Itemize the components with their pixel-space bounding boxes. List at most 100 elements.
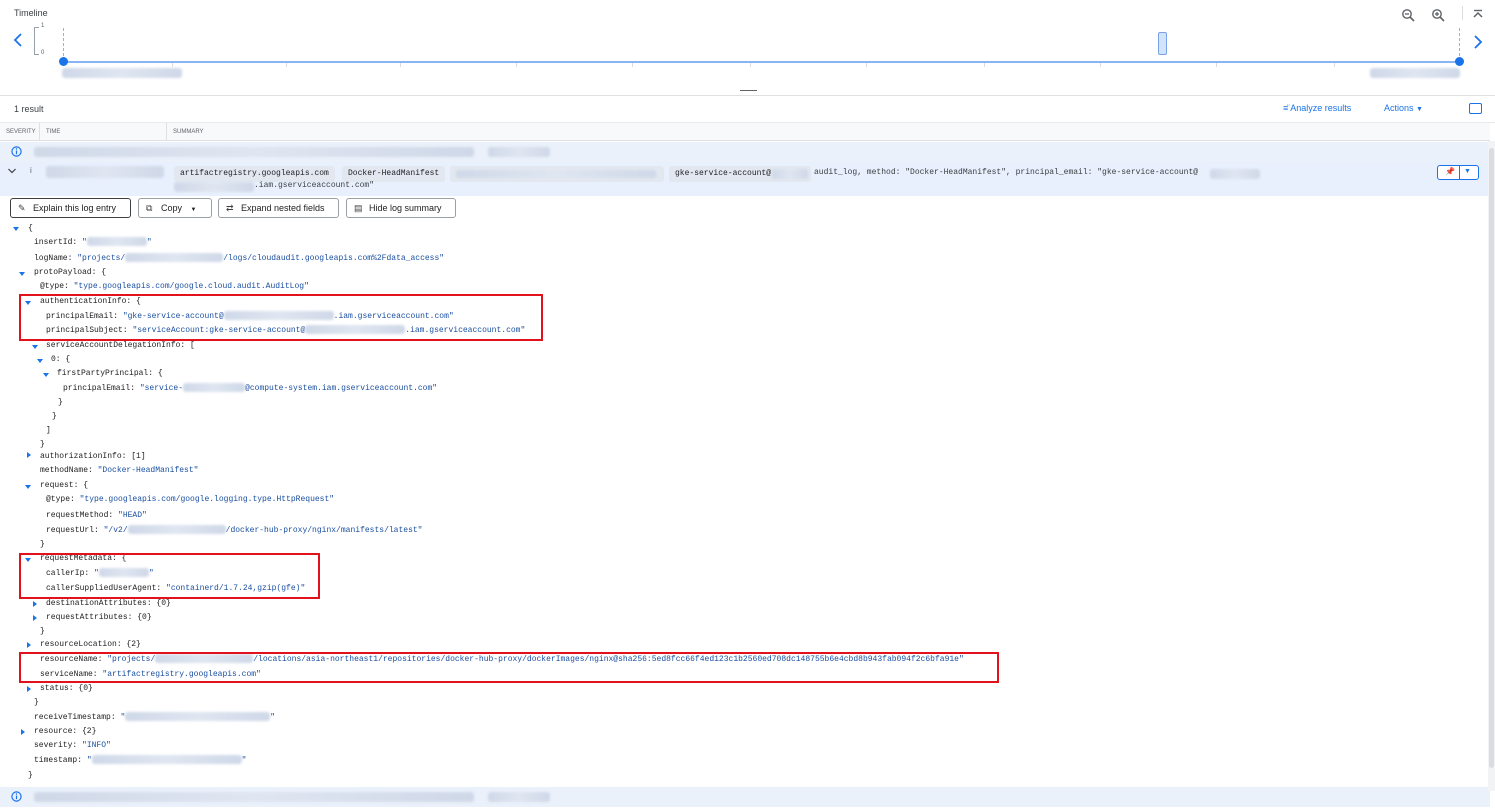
chip-method[interactable]: Docker-HeadManifest	[342, 166, 446, 182]
expand-caret-icon[interactable]	[27, 642, 31, 648]
column-headers: SEVERITY TIME SUMMARY	[0, 123, 1490, 141]
blurred-summary	[488, 792, 550, 802]
pin-icon: 📌	[1445, 167, 1455, 176]
json-close: }	[58, 398, 63, 407]
range-start-handle[interactable]	[59, 57, 68, 66]
log-row[interactable]	[0, 142, 1490, 162]
analyze-icon: ≡̈	[1283, 103, 1289, 113]
summary-line-1: audit_log, method: "Docker-HeadManifest"…	[814, 168, 1199, 177]
json-resource: resource: {2}	[34, 727, 97, 736]
copy-icon: ⧉	[146, 203, 153, 213]
log-row-expanded[interactable]: i artifactregistry.googleapis.com Docker…	[0, 162, 1490, 196]
expand-caret-icon[interactable]	[33, 615, 37, 621]
log-row[interactable]	[0, 787, 1490, 807]
collapse-caret-icon[interactable]	[37, 359, 43, 363]
collapse-caret-icon[interactable]	[43, 373, 49, 377]
y-axis-bracket	[34, 27, 39, 55]
divider	[1459, 166, 1460, 179]
json-fpp-email: principalEmail: "service- @compute-system…	[63, 383, 438, 393]
chip-service[interactable]: artifactregistry.googleapis.com	[174, 166, 335, 182]
blurred-time-label	[1370, 68, 1460, 78]
info-icon	[11, 791, 22, 802]
json-severity: severity: "INFO"	[34, 741, 111, 750]
blurred-text	[1210, 169, 1260, 179]
json-req-attrs: requestAttributes: {0}	[46, 613, 152, 622]
divider	[1462, 6, 1463, 20]
highlight-box-metadata	[19, 553, 320, 599]
severity-marker: i	[30, 166, 32, 175]
summary-icon: ▤	[354, 203, 363, 213]
zoom-out-icon[interactable]	[1398, 5, 1418, 25]
expand-caret-icon[interactable]	[27, 686, 31, 692]
json-resource-location: resourceLocation: {2}	[40, 640, 141, 649]
chip-blurred[interactable]	[450, 166, 664, 182]
json-sadi: serviceAccountDelegationInfo: [	[46, 341, 195, 350]
json-request-method: requestMethod: "HEAD"	[46, 511, 147, 520]
zoom-in-icon[interactable]	[1428, 5, 1448, 25]
column-severity[interactable]: SEVERITY	[0, 123, 40, 141]
blurred-text	[174, 182, 254, 192]
resize-handle[interactable]	[740, 90, 757, 91]
summary-line-2: .iam.gserviceaccount.com"	[254, 181, 375, 190]
explain-log-button[interactable]: ✎ Explain this log entry	[10, 198, 131, 218]
column-summary[interactable]: SUMMARY	[167, 123, 1490, 141]
actions-menu-button[interactable]: Actions ▼	[1384, 103, 1423, 113]
timeline-range-bar[interactable]	[63, 61, 1460, 63]
panel-layout-icon[interactable]	[1469, 103, 1482, 114]
expand-caret-icon[interactable]	[21, 729, 25, 735]
json-status: status: {0}	[40, 684, 93, 693]
json-timestamp: timestamp: " "	[34, 755, 247, 765]
blurred-summary	[488, 147, 550, 157]
analyze-results-button[interactable]: ≡̈ Analyze results	[1283, 103, 1351, 113]
collapse-caret-icon[interactable]	[19, 272, 25, 276]
json-close: }	[40, 627, 45, 636]
highlight-box-auth	[19, 294, 543, 341]
expand-nested-button[interactable]: ⇄ Expand nested fields	[218, 198, 339, 218]
json-close: }	[40, 540, 45, 549]
json-protopayload: protoPayload: {	[34, 268, 107, 277]
chevron-down-icon[interactable]	[7, 167, 17, 175]
blurred-summary	[34, 147, 474, 157]
json-methodname: methodName: "Docker-HeadManifest"	[40, 466, 199, 475]
json-zero: 0: {	[51, 355, 71, 364]
json-request: request: {	[40, 481, 89, 490]
range-end-handle[interactable]	[1455, 57, 1464, 66]
json-fpp: firstPartyPrincipal: {	[57, 369, 163, 378]
blurred-summary	[34, 792, 474, 802]
collapse-caret-icon[interactable]	[13, 227, 19, 231]
collapse-icon[interactable]	[1468, 5, 1488, 25]
json-insertid: insertId: " "	[34, 237, 152, 247]
blurred-time	[46, 166, 164, 178]
collapse-caret-icon[interactable]	[32, 345, 38, 349]
y-axis-min: 0	[41, 50, 45, 56]
caret-down-icon: ▼	[1464, 168, 1471, 175]
y-axis-max: 1	[41, 23, 45, 29]
highlight-box-resource	[19, 652, 999, 683]
histogram-bar[interactable]	[1158, 32, 1167, 55]
collapse-caret-icon[interactable]	[25, 485, 31, 489]
expand-caret-icon[interactable]	[27, 452, 31, 458]
json-root-close: }	[28, 771, 33, 780]
prev-icon[interactable]	[12, 32, 24, 48]
json-authzinfo: authorizationInfo: [1]	[40, 452, 146, 461]
copy-button[interactable]: ⧉ Copy ▼	[138, 198, 212, 218]
expand-caret-icon[interactable]	[33, 601, 37, 607]
caret-down-icon: ▼	[190, 207, 197, 213]
timeline-panel: Timeline 1 0	[0, 0, 1495, 96]
scrollbar-thumb[interactable]	[1489, 148, 1494, 768]
json-close: }	[52, 412, 57, 421]
json-close: }	[34, 698, 39, 707]
blurred-text	[772, 169, 808, 179]
results-toolbar: 1 result ≡̈ Analyze results Actions ▼	[0, 97, 1495, 123]
column-time[interactable]: TIME	[40, 123, 167, 141]
expand-icon: ⇄	[226, 203, 234, 213]
pin-menu-button[interactable]: 📌 ▼	[1437, 165, 1479, 180]
log-entry-actions: ✎ Explain this log entry ⧉ Copy ▼ ⇄ Expa…	[0, 196, 1490, 222]
next-icon[interactable]	[1472, 34, 1484, 50]
hide-summary-button[interactable]: ▤ Hide log summary	[346, 198, 456, 218]
blurred-time-label	[62, 68, 182, 78]
json-logname: logName: "projects//logs/cloudaudit.goog…	[34, 253, 445, 263]
info-icon	[11, 146, 22, 157]
json-request-url: requestUrl: "/v2//docker-hub-proxy/nginx…	[46, 525, 423, 535]
json-root-open: {	[28, 224, 33, 233]
